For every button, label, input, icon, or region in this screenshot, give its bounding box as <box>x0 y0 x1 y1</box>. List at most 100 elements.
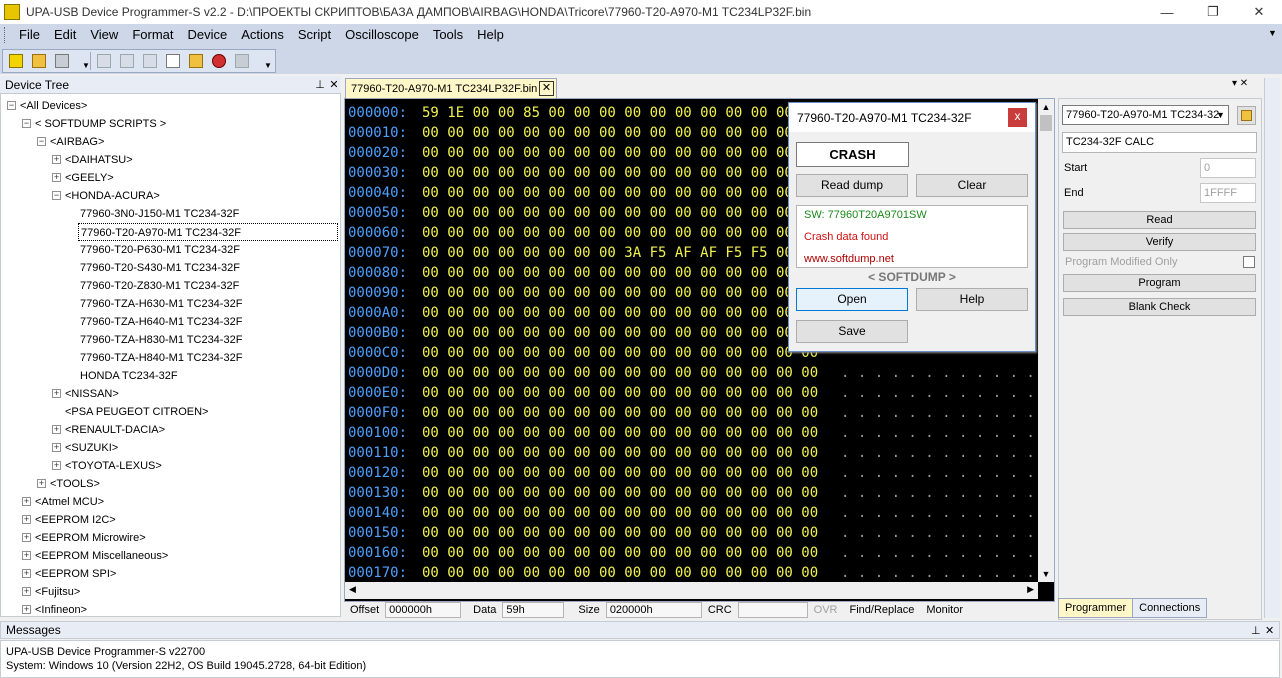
open-file-icon[interactable] <box>29 51 49 71</box>
tree-node[interactable]: <DAIHATSU> <box>65 151 133 169</box>
menu-help[interactable]: Help <box>470 24 511 46</box>
tree-expander-icon[interactable]: + <box>22 605 31 614</box>
hex-row[interactable]: 0000F0: 00 00 00 00 00 00 00 00 00 00 00 … <box>345 403 1038 423</box>
offset-field[interactable]: 000000h <box>385 602 462 618</box>
toolbar-overflow-1-icon[interactable]: ▼ <box>82 60 92 72</box>
device-tree-close-button[interactable]: ✕ <box>327 78 341 91</box>
hex-bytes[interactable]: 00 00 00 00 00 00 00 00 00 00 00 00 00 0… <box>422 123 818 143</box>
tree-node[interactable]: < SOFTDUMP SCRIPTS > <box>35 115 166 133</box>
tree-node[interactable]: <TOOLS> <box>50 475 100 493</box>
messages-close-icon[interactable]: ✕ <box>1265 624 1279 637</box>
chip-icon[interactable] <box>232 51 252 71</box>
menu-script[interactable]: Script <box>291 24 338 46</box>
read-button[interactable]: Read <box>1063 211 1256 229</box>
horizontal-scrollbar[interactable]: ◀ ▶ <box>345 582 1038 599</box>
modified-only-checkbox[interactable] <box>1243 256 1255 268</box>
monitor-tab[interactable]: Monitor <box>920 604 969 616</box>
pin-icon[interactable]: ⊥ <box>1251 624 1265 637</box>
hex-row[interactable]: 000140: 00 00 00 00 00 00 00 00 00 00 00 … <box>345 503 1038 523</box>
new-device-icon[interactable] <box>6 51 26 71</box>
hex-row[interactable]: 000100: 00 00 00 00 00 00 00 00 00 00 00 … <box>345 423 1038 443</box>
start-input[interactable]: 0 <box>1200 158 1256 178</box>
notes-icon[interactable] <box>163 51 183 71</box>
tree-expander-icon[interactable]: + <box>22 551 31 560</box>
chevron-down-icon[interactable]: ▼ <box>1213 106 1228 124</box>
hex-ascii[interactable]: . . . . . . . . . . . . . . . . <box>841 563 1038 583</box>
scroll-up-icon[interactable]: ▲ <box>1038 99 1054 115</box>
hex-bytes[interactable]: 00 00 00 00 00 00 00 00 00 00 00 00 00 0… <box>422 343 818 363</box>
tree-expander-icon[interactable]: − <box>52 191 61 200</box>
hex-ascii[interactable]: . . . . . . . . . . . . . . . . <box>841 463 1038 483</box>
hex-bytes[interactable]: 00 00 00 00 00 00 00 00 00 00 00 00 00 0… <box>422 263 818 283</box>
tree-expander-icon[interactable]: − <box>7 101 16 110</box>
tree-expander-icon[interactable]: + <box>22 587 31 596</box>
paste-icon[interactable] <box>117 51 137 71</box>
tree-node[interactable]: <EEPROM Microwire> <box>35 529 146 547</box>
hex-ascii[interactable]: . . . . . . . . . . . . . . . . <box>841 523 1038 543</box>
tab-connections[interactable]: Connections <box>1133 598 1208 618</box>
crc-field[interactable] <box>737 602 808 618</box>
menu-actions[interactable]: Actions <box>234 24 291 46</box>
hex-bytes[interactable]: 00 00 00 00 00 00 00 00 00 00 00 00 00 0… <box>422 543 818 563</box>
hex-bytes[interactable]: 00 00 00 00 00 00 00 00 00 00 00 00 00 0… <box>422 423 818 443</box>
menu-file[interactable]: File <box>12 24 47 46</box>
hex-ascii[interactable]: . . . . . . . . . . . . . . . . <box>841 503 1038 523</box>
tree-node[interactable]: 77960-TZA-H830-M1 TC234-32F <box>80 331 242 349</box>
tree-expander-icon[interactable]: − <box>37 137 46 146</box>
cut-icon[interactable] <box>140 51 160 71</box>
editor-window-controls[interactable]: ▾ ✕ <box>1232 78 1260 92</box>
pin-icon[interactable]: ⊥ <box>313 78 327 91</box>
data-field[interactable]: 59h <box>502 602 565 618</box>
hex-ascii[interactable]: . . . . . . . . . . . . . . . . <box>841 443 1038 463</box>
hex-row[interactable]: 000150: 00 00 00 00 00 00 00 00 00 00 00 … <box>345 523 1038 543</box>
hex-bytes[interactable]: 00 00 00 00 00 00 00 00 00 00 00 00 00 0… <box>422 323 818 343</box>
open-button[interactable]: Open <box>796 288 908 311</box>
copy-icon[interactable] <box>94 51 114 71</box>
hex-bytes[interactable]: 00 00 00 00 00 00 00 00 00 00 00 00 00 0… <box>422 183 818 203</box>
tree-node[interactable]: 77960-T20-S430-M1 TC234-32F <box>80 259 240 277</box>
hex-bytes[interactable]: 00 00 00 00 00 00 00 00 00 00 00 00 00 0… <box>422 403 818 423</box>
add-device-icon[interactable] <box>1237 106 1256 125</box>
document-tab[interactable]: 77960-T20-A970-M1 TC234LP32F.bin ✕ <box>345 78 557 98</box>
tree-node[interactable]: <PSA PEUGEOT CITROEN> <box>65 403 208 421</box>
hex-bytes[interactable]: 00 00 00 00 00 00 00 00 00 00 00 00 00 0… <box>422 143 818 163</box>
end-input[interactable]: 1FFFF <box>1200 183 1256 203</box>
tree-expander-icon[interactable]: + <box>52 425 61 434</box>
hex-bytes[interactable]: 00 00 00 00 00 00 00 00 00 00 00 00 00 0… <box>422 523 818 543</box>
hex-bytes[interactable]: 00 00 00 00 00 00 00 00 00 00 00 00 00 0… <box>422 283 818 303</box>
hex-bytes[interactable]: 00 00 00 00 00 00 00 00 00 00 00 00 00 0… <box>422 223 818 243</box>
hex-ascii[interactable]: . . . . . . . . . . . . . . . . <box>841 543 1038 563</box>
menu-device[interactable]: Device <box>180 24 234 46</box>
menu-oscilloscope[interactable]: Oscilloscope <box>338 24 426 46</box>
tree-node[interactable]: <EEPROM Miscellaneous> <box>35 547 168 565</box>
hex-ascii[interactable]: . . . . . . . . . . . . . . . . <box>841 363 1038 383</box>
tree-node[interactable]: 77960-TZA-H640-M1 TC234-32F <box>80 313 242 331</box>
tree-node[interactable]: <Fujitsu> <box>35 583 80 601</box>
tree-expander-icon[interactable]: + <box>37 479 46 488</box>
find-replace-tab[interactable]: Find/Replace <box>844 604 921 616</box>
menu-edit[interactable]: Edit <box>47 24 83 46</box>
hex-bytes[interactable]: 00 00 00 00 00 00 00 00 00 00 00 00 00 0… <box>422 463 818 483</box>
tree-expander-icon[interactable]: + <box>52 389 61 398</box>
hex-bytes[interactable]: 00 00 00 00 00 00 00 00 00 00 00 00 00 0… <box>422 563 818 583</box>
tree-node[interactable]: <Atmel MCU> <box>35 493 104 511</box>
hex-row[interactable]: 000110: 00 00 00 00 00 00 00 00 00 00 00 … <box>345 443 1038 463</box>
tree-expander-icon[interactable]: + <box>22 515 31 524</box>
tree-node[interactable]: 77960-T20-Z830-M1 TC234-32F <box>80 277 239 295</box>
tree-node[interactable]: HONDA TC234-32F <box>80 367 178 385</box>
hex-row[interactable]: 0000D0: 00 00 00 00 00 00 00 00 00 00 00 … <box>345 363 1038 383</box>
hex-bytes[interactable]: 00 00 00 00 00 00 00 00 00 00 00 00 00 0… <box>422 363 818 383</box>
hex-row[interactable]: 0000E0: 00 00 00 00 00 00 00 00 00 00 00 … <box>345 383 1038 403</box>
tree-node[interactable]: <All Devices> <box>20 97 87 115</box>
tree-expander-icon[interactable]: + <box>52 173 61 182</box>
tree-node[interactable]: 77960-TZA-H840-M1 TC234-32F <box>80 349 242 367</box>
menu-grip[interactable] <box>4 27 8 43</box>
hex-row[interactable]: 000130: 00 00 00 00 00 00 00 00 00 00 00 … <box>345 483 1038 503</box>
dialog-close-button[interactable]: x <box>1008 108 1027 127</box>
scroll-thumb[interactable] <box>1040 115 1052 131</box>
hex-row[interactable]: 000170: 00 00 00 00 00 00 00 00 00 00 00 … <box>345 563 1038 583</box>
menu-overflow-icon[interactable]: ▼ <box>1268 28 1280 44</box>
size-field[interactable]: 020000h <box>605 602 702 618</box>
scroll-down-icon[interactable]: ▼ <box>1038 566 1054 582</box>
hex-ascii[interactable]: . . . . . . . . . . . . . . . . <box>841 403 1038 423</box>
